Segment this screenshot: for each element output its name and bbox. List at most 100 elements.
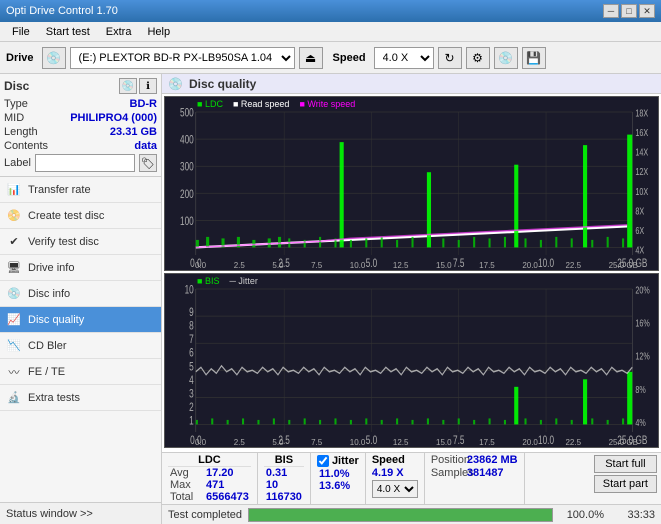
start-part-button[interactable]: Start part bbox=[594, 475, 657, 493]
type-value: BD-R bbox=[130, 98, 158, 110]
start-buttons-group: Start full Start part bbox=[590, 453, 661, 504]
avg-bis-value: 0.31 bbox=[266, 467, 287, 479]
menu-extra[interactable]: Extra bbox=[98, 24, 140, 40]
svg-text:10: 10 bbox=[185, 284, 194, 297]
svg-text:18X: 18X bbox=[635, 107, 648, 119]
max-label: Max bbox=[170, 479, 202, 491]
label-input[interactable] bbox=[35, 154, 135, 172]
max-ldc-value: 471 bbox=[206, 479, 224, 491]
samples-value: 381487 bbox=[467, 467, 504, 479]
svg-text:5: 5 bbox=[189, 361, 194, 374]
nav-label: Disc info bbox=[28, 288, 70, 300]
disc-label-row: Label 🏷 bbox=[4, 154, 157, 172]
avg-ldc-row: Avg 17.20 bbox=[168, 467, 251, 479]
svg-text:0.0: 0.0 bbox=[190, 435, 202, 447]
jitter-stats-group: Jitter 11.0% 13.6% bbox=[311, 453, 366, 504]
bis-header: BIS bbox=[264, 454, 304, 467]
speed-label: Speed bbox=[333, 52, 366, 64]
eject-button[interactable]: ⏏ bbox=[299, 47, 323, 69]
menu-start-test[interactable]: Start test bbox=[38, 24, 98, 40]
sidebar-item-drive-info[interactable]: 🖥 Drive info bbox=[0, 255, 161, 281]
mid-label: MID bbox=[4, 112, 24, 124]
sidebar-item-disc-info[interactable]: 💿 Disc info bbox=[0, 281, 161, 307]
length-label: Length bbox=[4, 126, 38, 138]
disc-header: Disc 💿 ℹ bbox=[4, 78, 157, 94]
disc-small-icon[interactable]: 💿 bbox=[119, 78, 137, 94]
svg-text:4: 4 bbox=[189, 374, 194, 387]
elapsed-time: 33:33 bbox=[610, 509, 655, 521]
transfer-rate-icon: 📊 bbox=[6, 182, 22, 198]
speed-select-dropdown[interactable]: 4.0 X bbox=[372, 480, 418, 498]
svg-text:20%: 20% bbox=[635, 284, 649, 296]
maximize-button[interactable]: □ bbox=[621, 4, 637, 18]
position-group: Position 23862 MB Samples 381487 bbox=[425, 453, 525, 504]
speed-value-row: 4.19 X bbox=[372, 467, 418, 479]
svg-text:400: 400 bbox=[180, 134, 194, 147]
svg-text:5.0: 5.0 bbox=[366, 258, 378, 270]
total-ldc-value: 6566473 bbox=[206, 491, 249, 503]
sidebar-item-disc-quality[interactable]: 📈 Disc quality bbox=[0, 307, 161, 333]
jitter-checkbox[interactable] bbox=[317, 455, 329, 467]
disc-quality-header-icon: 💿 bbox=[168, 77, 183, 91]
legend-jitter: ─ Jitter bbox=[229, 276, 257, 286]
drive-select[interactable]: (E:) PLEXTOR BD-R PX-LB950SA 1.04 bbox=[70, 47, 295, 69]
nav-label: Create test disc bbox=[28, 210, 104, 222]
svg-text:2.5: 2.5 bbox=[278, 258, 290, 270]
svg-text:8: 8 bbox=[189, 320, 194, 333]
svg-text:6: 6 bbox=[189, 347, 194, 360]
max-jitter-row: 13.6% bbox=[317, 480, 359, 492]
disc-button[interactable]: 💿 bbox=[494, 47, 518, 69]
main-layout: Disc 💿 ℹ Type BD-R MID PHILIPRO4 (000) L… bbox=[0, 74, 661, 524]
speed-select[interactable]: 4.0 X bbox=[374, 47, 434, 69]
sidebar-item-create-test-disc[interactable]: 📀 Create test disc bbox=[0, 203, 161, 229]
nav-label: Transfer rate bbox=[28, 184, 91, 196]
fe-te-icon: 〰 bbox=[6, 364, 22, 380]
disc-mid-row: MID PHILIPRO4 (000) bbox=[4, 112, 157, 124]
svg-text:9: 9 bbox=[189, 307, 194, 320]
chart2-legend: ■ BIS ─ Jitter bbox=[197, 276, 258, 286]
start-full-button[interactable]: Start full bbox=[594, 455, 657, 473]
max-jitter-value: 13.6% bbox=[319, 480, 350, 492]
svg-text:100: 100 bbox=[180, 216, 194, 229]
nav-label: Extra tests bbox=[28, 392, 80, 404]
sidebar-item-extra-tests[interactable]: 🔬 Extra tests bbox=[0, 385, 161, 411]
refresh-button[interactable]: ↻ bbox=[438, 47, 462, 69]
close-button[interactable]: ✕ bbox=[639, 4, 655, 18]
drive-toolbar: Drive 💿 (E:) PLEXTOR BD-R PX-LB950SA 1.0… bbox=[0, 42, 661, 74]
legend-bis: ■ BIS bbox=[197, 276, 219, 286]
svg-text:14X: 14X bbox=[635, 146, 648, 158]
nav-label: Verify test disc bbox=[28, 236, 99, 248]
save-button[interactable]: 💾 bbox=[522, 47, 546, 69]
svg-text:10.0: 10.0 bbox=[538, 435, 554, 447]
sidebar-item-verify-test-disc[interactable]: ✔ Verify test disc bbox=[0, 229, 161, 255]
svg-text:7.5: 7.5 bbox=[453, 258, 465, 270]
disc-quality-icon: 📈 bbox=[6, 312, 22, 328]
svg-text:500: 500 bbox=[180, 107, 194, 120]
max-ldc-row: Max 471 bbox=[168, 479, 251, 491]
sidebar-item-cd-bler[interactable]: 📉 CD Bler bbox=[0, 333, 161, 359]
status-window[interactable]: Status window >> bbox=[0, 502, 161, 524]
settings-button[interactable]: ⚙ bbox=[466, 47, 490, 69]
disc-icons: 💿 ℹ bbox=[119, 78, 157, 94]
label-set-button[interactable]: 🏷 bbox=[139, 154, 157, 172]
chart1-legend: ■ LDC ■ Read speed ■ Write speed bbox=[197, 99, 355, 109]
disc-panel: Disc 💿 ℹ Type BD-R MID PHILIPRO4 (000) L… bbox=[0, 74, 161, 177]
cd-bler-icon: 📉 bbox=[6, 338, 22, 354]
disc-info-icon[interactable]: ℹ bbox=[139, 78, 157, 94]
minimize-button[interactable]: ─ bbox=[603, 4, 619, 18]
svg-text:8%: 8% bbox=[635, 383, 645, 395]
menu-file[interactable]: File bbox=[4, 24, 38, 40]
sidebar-item-transfer-rate[interactable]: 📊 Transfer rate bbox=[0, 177, 161, 203]
max-bis-value: 10 bbox=[266, 479, 278, 491]
charts-area: ■ LDC ■ Read speed ■ Write speed bbox=[162, 94, 661, 452]
bis-chart-svg: 10 9 8 7 6 5 4 3 2 1 20% 16% 12% 8% 4% bbox=[165, 274, 658, 447]
menu-help[interactable]: Help bbox=[139, 24, 178, 40]
contents-value: data bbox=[134, 140, 157, 152]
total-bis-row: 116730 bbox=[264, 491, 304, 503]
svg-text:5.0: 5.0 bbox=[366, 435, 378, 447]
svg-text:4X: 4X bbox=[635, 244, 644, 256]
stats-bottom: LDC Avg 17.20 Max 471 Total 6566473 BIS bbox=[162, 452, 661, 504]
sidebar-item-fe-te[interactable]: 〰 FE / TE bbox=[0, 359, 161, 385]
max-bis-row: 10 bbox=[264, 479, 304, 491]
svg-text:200: 200 bbox=[180, 188, 194, 201]
